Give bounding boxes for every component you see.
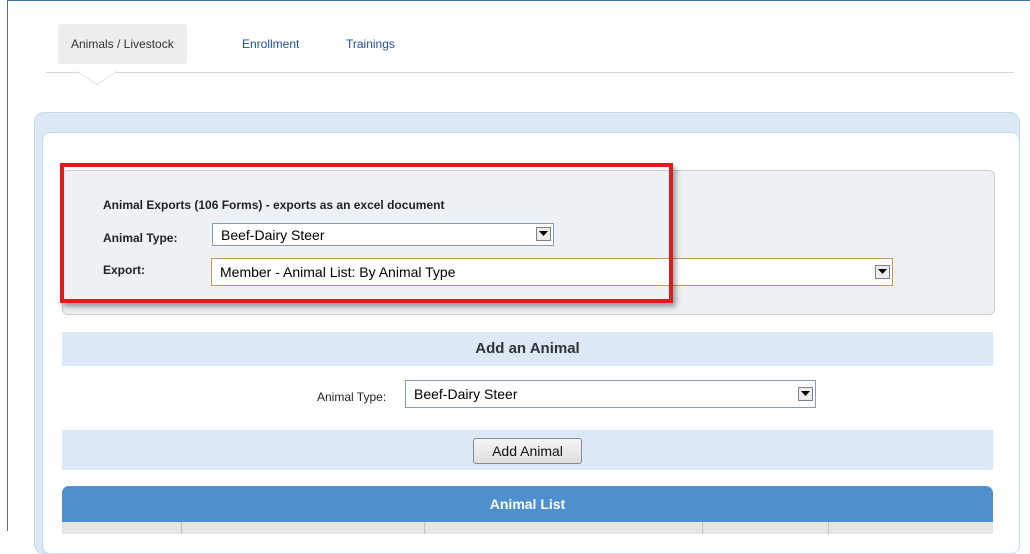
tab-animals-livestock[interactable]: Animals / Livestock (58, 24, 187, 64)
animal-list-column-header-row (62, 522, 993, 534)
tab-trainings[interactable]: Trainings (346, 24, 395, 64)
highlight-annotation-box (60, 163, 673, 303)
window-left-border (7, 0, 8, 531)
column-divider (828, 522, 829, 534)
column-divider (181, 522, 182, 534)
add-animal-button[interactable]: Add Animal (473, 438, 582, 464)
add-animal-type-select[interactable]: Beef-Dairy Steer (405, 380, 816, 408)
window-top-border (7, 0, 1030, 1)
dropdown-arrow-icon[interactable] (798, 387, 813, 401)
dropdown-arrow-icon[interactable] (875, 265, 890, 279)
add-animal-type-label: Animal Type: (317, 390, 387, 404)
active-tab-pointer-fill (77, 71, 117, 84)
animal-list-heading: Animal List (62, 486, 993, 522)
column-divider (702, 522, 703, 534)
tab-enrollment[interactable]: Enrollment (242, 24, 299, 64)
add-animal-heading: Add an Animal (62, 332, 993, 366)
column-divider (424, 522, 425, 534)
add-animal-type-value: Beef-Dairy Steer (414, 386, 518, 402)
tab-bar: Animals / Livestock Enrollment Trainings (46, 24, 1014, 73)
